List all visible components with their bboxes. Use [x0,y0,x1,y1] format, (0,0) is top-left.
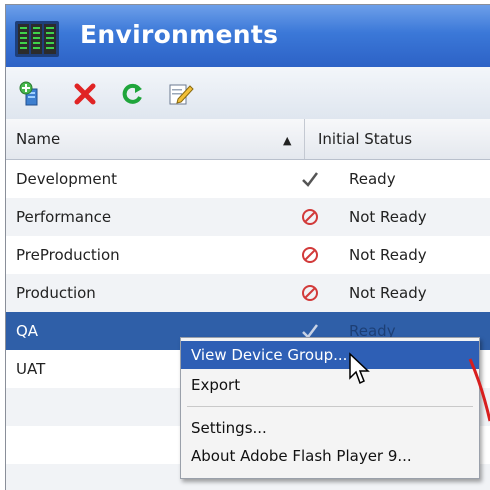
row-name: PreProduction [16,246,120,264]
refresh-icon[interactable] [119,81,147,107]
row-name: Development [16,170,117,188]
toolbar [6,67,490,120]
row-name: QA [16,322,39,340]
table-row[interactable]: Production Not Ready [6,274,490,312]
window-title: Environments [80,20,279,49]
menu-item-label: Export [191,376,241,394]
row-status: Not Ready [349,208,427,226]
row-name: Performance [16,208,112,226]
not-allowed-icon [302,209,318,225]
sort-ascending-icon[interactable]: ▲ [283,134,291,147]
menu-separator [187,406,473,407]
not-allowed-icon [302,247,318,263]
mouse-pointer-icon [349,352,370,385]
annotation-arrow-icon [468,358,490,422]
menu-item-label: Settings... [191,419,267,437]
table-row[interactable]: PreProduction Not Ready [6,236,490,274]
menu-item-settings[interactable]: Settings... [181,414,479,442]
add-environment-icon[interactable] [18,81,46,107]
context-menu: View Device Group... Export Settings... … [180,337,480,479]
table-row[interactable]: Development Ready [6,160,490,198]
menu-item-export[interactable]: Export [181,371,479,399]
menu-item-label: View Device Group... [191,346,348,364]
menu-item-about-flash-player[interactable]: About Adobe Flash Player 9... [181,442,479,470]
edit-icon[interactable] [166,81,194,107]
check-icon [302,172,318,187]
row-name: Production [16,284,96,302]
menu-item-view-device-group[interactable]: View Device Group... [181,341,479,369]
delete-icon[interactable] [71,81,99,107]
row-status: Not Ready [349,284,427,302]
row-status: Ready [349,170,396,188]
row-name: UAT [16,360,46,378]
title-bar: Environments [6,5,490,67]
column-divider[interactable] [304,119,305,159]
menu-item-label: About Adobe Flash Player 9... [191,447,412,465]
server-rack-icon [15,21,59,57]
not-allowed-icon [302,285,318,301]
column-header-initial-status[interactable]: Initial Status [318,119,488,159]
column-header-name[interactable]: Name [16,119,306,159]
table-row[interactable]: Performance Not Ready [6,198,490,236]
table-header: Name ▲ Initial Status [6,119,490,160]
row-status: Not Ready [349,246,427,264]
